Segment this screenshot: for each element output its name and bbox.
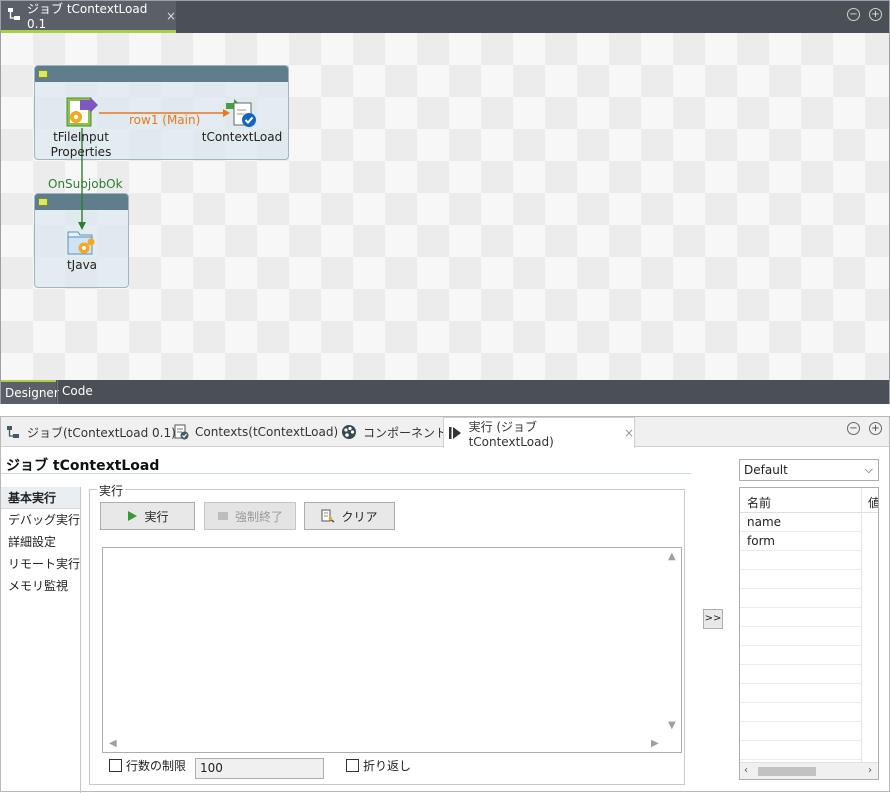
tab-component[interactable]: コンポーネント (341, 417, 447, 447)
scroll-up-icon[interactable]: ▲ (668, 551, 676, 562)
horizontal-scrollbar[interactable]: ‹ › (740, 762, 878, 779)
vtab-advanced-settings[interactable]: 詳細設定 (1, 531, 80, 553)
scroll-down-icon[interactable]: ▼ (668, 720, 676, 731)
close-icon[interactable]: × (166, 9, 176, 23)
tab-contexts[interactable]: Contexts(tContextLoad) (173, 417, 338, 447)
column-header-value[interactable]: 値 (868, 494, 878, 511)
tab-designer[interactable]: Designer (1, 380, 59, 404)
tfileinputproperties-icon[interactable] (66, 97, 98, 129)
run-button[interactable]: 実行 (100, 502, 195, 530)
tab-run[interactable]: 実行 (ジョブ tContextLoad) × (443, 417, 635, 449)
vtab-basic-run[interactable]: 基本実行 (1, 487, 80, 509)
scroll-right-icon[interactable]: ▶ (651, 738, 659, 749)
table-row-empty (740, 589, 861, 608)
scroll-left-icon[interactable]: ◀ (109, 738, 117, 749)
column-separator (861, 488, 862, 763)
scroll-right-icon[interactable]: › (868, 765, 872, 776)
wrap-checkbox[interactable] (346, 759, 359, 772)
tab-label: コンポーネント (363, 425, 448, 440)
table-row-empty (740, 684, 861, 703)
wrap-label: 折り返し (363, 759, 412, 773)
tcontextload-icon[interactable] (226, 97, 258, 129)
context-select[interactable]: Default ⌵ (739, 459, 879, 481)
chevron-down-icon: ⌵ (864, 463, 873, 476)
tab-code[interactable]: Code (57, 380, 97, 404)
tab-job-properties[interactable]: ジョブ(tContextLoad 0.1) (5, 417, 176, 447)
job-icon (5, 424, 21, 440)
context-table: 名前 値 name form ‹ › (739, 487, 879, 780)
vtab-debug-run[interactable]: デバッグ実行 (1, 509, 80, 531)
vtab-memory-monitor[interactable]: メモリ監視 (1, 575, 80, 597)
move-context-button[interactable]: >> (703, 609, 723, 629)
column-header-name[interactable]: 名前 (747, 494, 771, 511)
tab-label: 実行 (ジョブ tContextLoad) (468, 419, 554, 449)
line-limit-input[interactable]: 100 (195, 758, 324, 779)
page-title: ジョブ tContextLoad (6, 458, 160, 474)
minimize-icon[interactable]: − (847, 422, 860, 435)
links-layer (78, 109, 230, 230)
editor-bottom-bar: Designer Code (1, 380, 889, 404)
table-row-empty (740, 551, 861, 570)
tfileinputproperties-label: tFileInput Properties (50, 130, 112, 159)
stop-icon (217, 510, 229, 522)
table-row-empty (740, 703, 861, 722)
scroll-left-icon[interactable]: ‹ (744, 765, 748, 776)
component-icon (341, 424, 357, 440)
table-row-empty (740, 741, 861, 760)
table-row-empty (740, 646, 861, 665)
editor-tab-bar: ジョブ tContextLoad 0.1 × − + (1, 1, 889, 33)
vtab-remote-run[interactable]: リモート実行 (1, 553, 80, 575)
run-mode-tabs: 基本実行 デバッグ実行 詳細設定 リモート実行 メモリ監視 (1, 487, 81, 793)
table-row-empty (740, 570, 861, 589)
run-icon (448, 425, 463, 441)
editor-tab-label: ジョブ tContextLoad 0.1 (27, 2, 148, 31)
console-output[interactable]: ▲ ▼ ◀ ▶ (102, 547, 682, 753)
editor-tab-job[interactable]: ジョブ tContextLoad 0.1 × (1, 1, 176, 33)
context-table-header: 名前 値 (740, 488, 878, 513)
context-select-value: Default (744, 463, 788, 477)
kill-button-label: 強制終了 (234, 509, 283, 524)
play-icon (126, 510, 138, 522)
job-editor: ジョブ tContextLoad 0.1 × − + tFileInput Pr… (0, 0, 890, 404)
tjava-icon[interactable] (66, 227, 98, 259)
table-row-empty (740, 665, 861, 684)
contexts-icon (173, 424, 189, 440)
clear-button-label: クリア (341, 509, 378, 524)
run-button-label: 実行 (144, 509, 169, 524)
design-canvas[interactable]: tFileInput Properties tContextLoad tJava… (1, 33, 889, 380)
clear-icon (321, 509, 335, 523)
trigger-link-label[interactable]: OnSubjobOk (48, 177, 123, 191)
kill-button[interactable]: 強制終了 (204, 502, 296, 530)
clear-button[interactable]: クリア (304, 502, 395, 530)
table-row-empty (740, 608, 861, 627)
line-limit-label: 行数の制限 (126, 759, 187, 773)
main-link-label[interactable]: row1 (Main) (129, 113, 200, 127)
maximize-icon[interactable]: + (869, 422, 882, 435)
job-icon (7, 7, 21, 24)
run-group-label: 実行 (97, 482, 126, 499)
minimize-icon[interactable]: − (847, 8, 860, 21)
tab-label: ジョブ(tContextLoad 0.1) (27, 425, 176, 440)
line-limit-checkbox[interactable] (109, 759, 122, 772)
table-row[interactable]: name (740, 513, 861, 532)
table-row-empty (740, 627, 861, 646)
title-divider (1, 473, 691, 474)
tcontextload-label: tContextLoad (201, 130, 283, 144)
panel-tab-bar: ジョブ(tContextLoad 0.1) Contexts(tContextL… (1, 417, 889, 449)
run-panel: ジョブ(tContextLoad 0.1) Contexts(tContextL… (0, 416, 890, 793)
close-icon[interactable]: × (624, 426, 634, 440)
tab-label: Contexts(tContextLoad) (195, 425, 339, 439)
table-row-empty (740, 722, 861, 741)
table-row[interactable]: form (740, 532, 861, 551)
maximize-icon[interactable]: + (869, 8, 882, 21)
scrollbar-thumb[interactable] (758, 767, 816, 776)
tjava-label: tJava (66, 258, 98, 272)
